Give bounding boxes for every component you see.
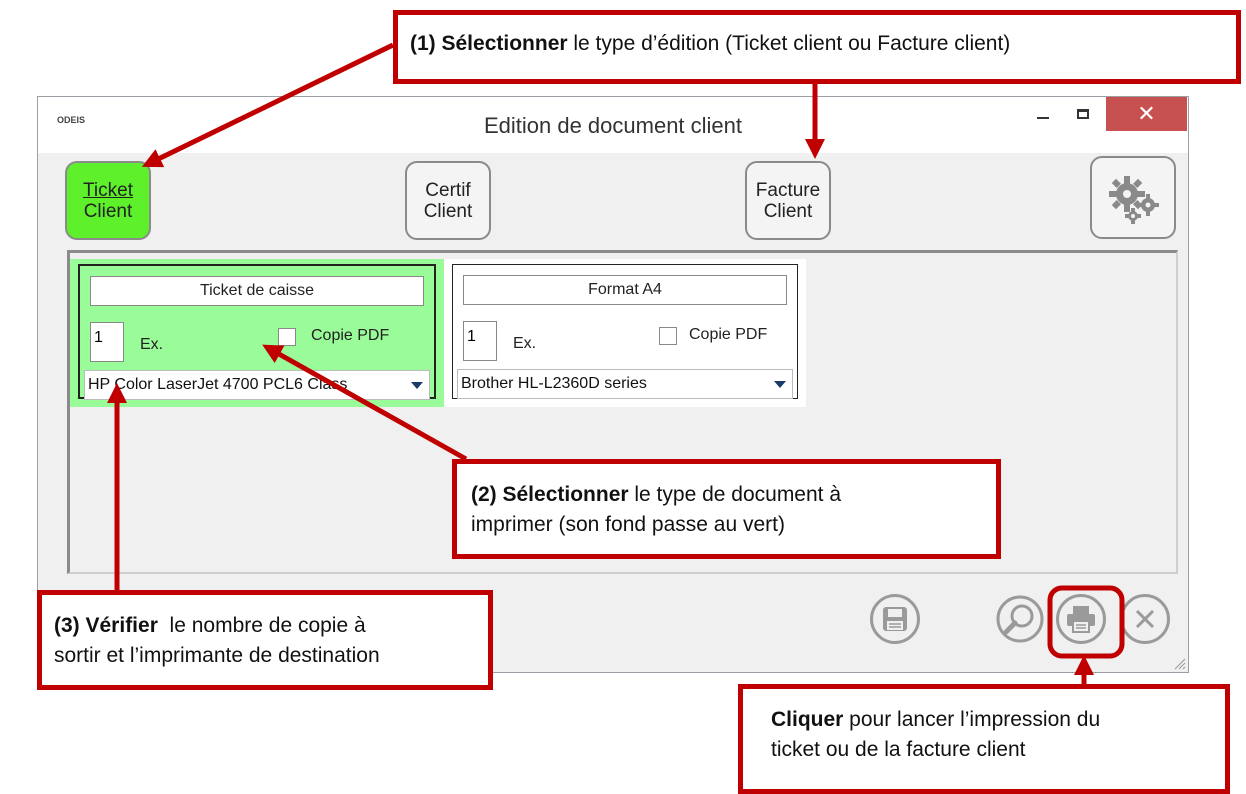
arrow-2 <box>262 344 468 462</box>
annotation-4-line2: ticket ou de la facture client <box>771 738 1026 761</box>
annotation-2-bold: (2) Sélectionner <box>471 483 629 506</box>
annotation-3-text: le nombre de copie à <box>157 614 366 637</box>
annotation-4-text: pour lancer l’impression du <box>843 708 1101 731</box>
annotation-2-line2: imprimer (son fond passe au vert) <box>471 513 785 536</box>
annotation-3-bold: (3) Vérifier <box>54 614 158 637</box>
print-highlight <box>1047 585 1125 659</box>
annotation-2-text: le type de document à <box>628 483 842 506</box>
annotation-1: (1) Sélectionner le type d’édition (Tick… <box>393 10 1241 84</box>
annotation-1-bold: (1) Sélectionner <box>410 32 568 55</box>
annotation-2: (2) Sélectionner le type de document à i… <box>452 459 1001 559</box>
annotation-3-line2: sortir et l’imprimante de destination <box>54 644 380 667</box>
annotation-4: Cliquer pour lancer l’impression du tick… <box>738 684 1230 794</box>
annotation-1-text: le type d’édition (Ticket client ou Fact… <box>567 32 1011 55</box>
annotation-3: (3) Vérifier le nombre de copie à sortir… <box>37 590 493 690</box>
annotation-4-bold: Cliquer <box>771 708 844 731</box>
arrow-1-ticket <box>141 42 395 168</box>
